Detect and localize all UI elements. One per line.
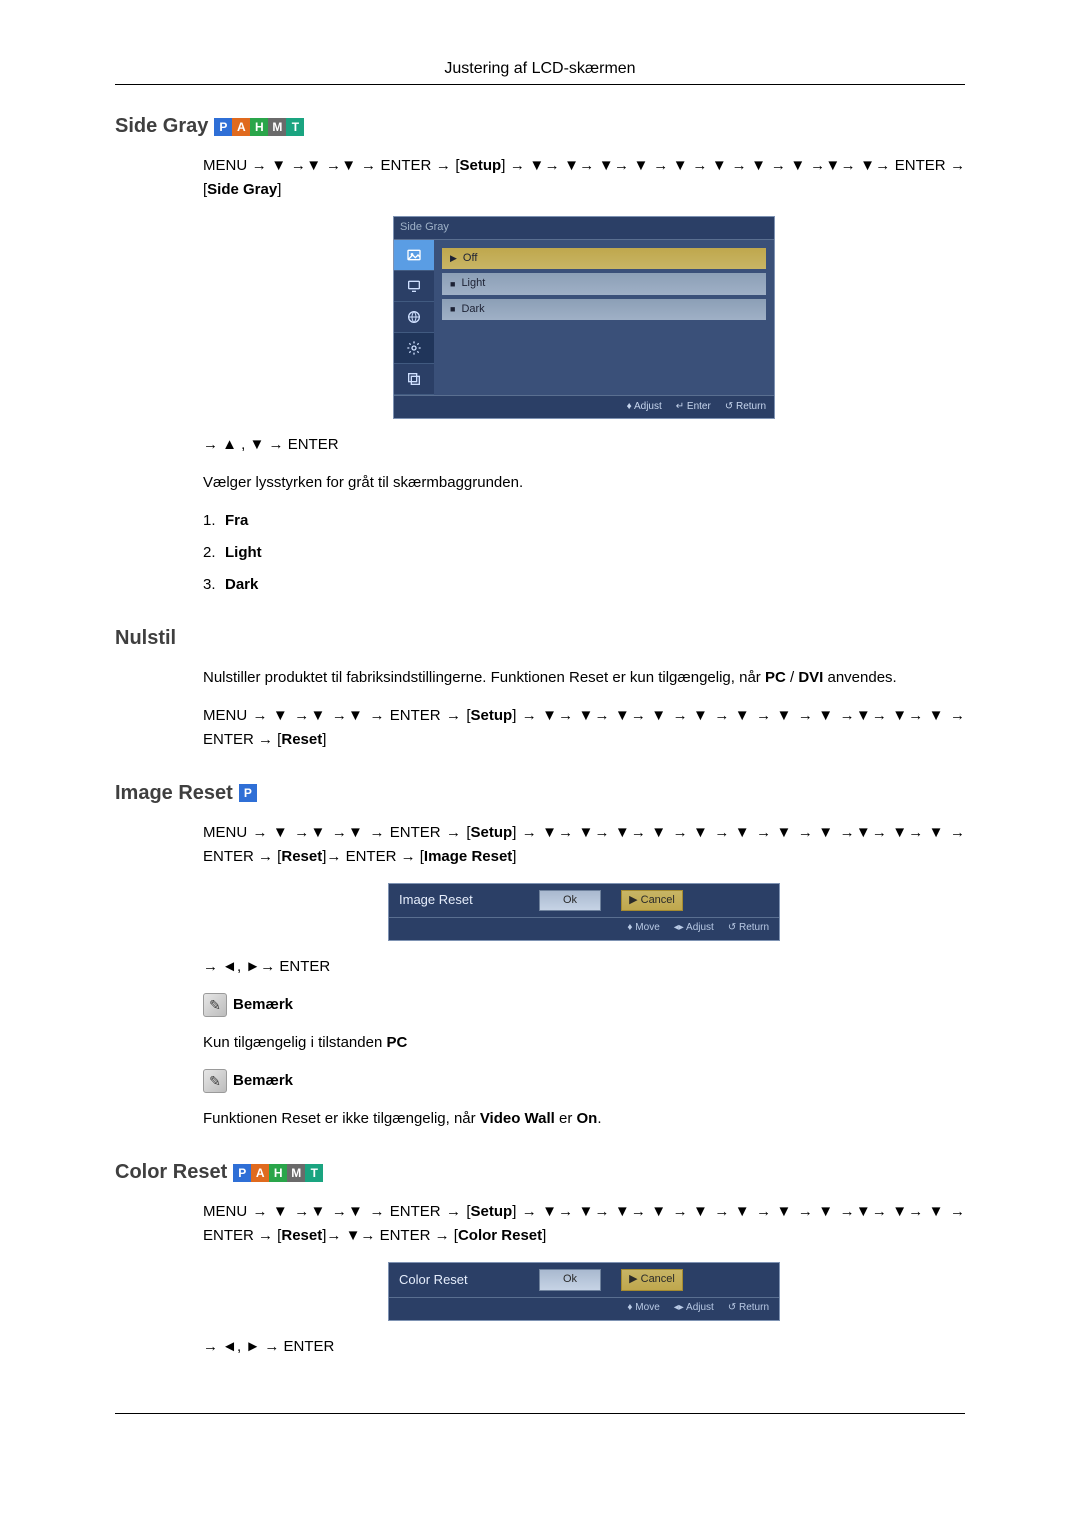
section-heading-side-gray: Side Gray P A H M T bbox=[115, 115, 965, 138]
osd-dialog-footer: ♦ Move ◂▸ Adjust ↺ Return bbox=[389, 917, 779, 940]
osd-title: Side Gray bbox=[394, 217, 774, 240]
note-label: Bemærk bbox=[233, 1069, 293, 1093]
badge-m: M bbox=[268, 118, 286, 136]
osd-options-panel: ▶Off ■Light ■Dark bbox=[434, 240, 774, 395]
footer-rule bbox=[115, 1413, 965, 1414]
nav-path-image-reset: MENU → ▼ →▼ →▼ → ENTER → [Setup] → ▼→ ▼→… bbox=[203, 821, 965, 869]
osd-footer: ♦ Adjust ↵ Enter ↺ Return bbox=[394, 395, 774, 418]
list-item: 3.Dark bbox=[203, 573, 965, 597]
osd-tab-icon-globe bbox=[394, 302, 434, 333]
osd-dialog-image-reset: Image Reset Ok ▶ Cancel ♦ Move ◂▸ Adjust… bbox=[388, 883, 780, 942]
nav-path-side-gray: MENU → ▼ →▼ →▼ → ENTER → [Setup] → ▼→ ▼→… bbox=[203, 154, 965, 202]
osd-option-dark: ■Dark bbox=[442, 299, 766, 321]
note-label: Bemærk bbox=[233, 993, 293, 1017]
section-heading-color-reset: Color Reset P A H M T bbox=[115, 1161, 965, 1184]
badge-t: T bbox=[286, 118, 304, 136]
osd-foot-return: ↺ Return bbox=[725, 399, 766, 415]
note-icon: ✎ bbox=[203, 993, 227, 1017]
osd-dialog-title: Color Reset bbox=[399, 1270, 519, 1291]
side-gray-description: Vælger lysstyrken for gråt til skærmbagg… bbox=[203, 471, 965, 495]
section-title: Nulstil bbox=[115, 627, 176, 650]
badge-p: P bbox=[214, 118, 232, 136]
osd-tab-icon-multi bbox=[394, 364, 434, 395]
osd-side-gray: Side Gray bbox=[393, 216, 775, 419]
osd-cancel-button: ▶ Cancel bbox=[621, 1269, 683, 1291]
picture-icon bbox=[406, 247, 422, 263]
osd-ok-button: Ok bbox=[539, 890, 601, 912]
note-row: ✎ Bemærk bbox=[203, 1069, 965, 1093]
osd-dialog-footer: ♦ Move ◂▸ Adjust ↺ Return bbox=[389, 1297, 779, 1320]
osd-dialog-color-reset: Color Reset Ok ▶ Cancel ♦ Move ◂▸ Adjust… bbox=[388, 1262, 780, 1321]
badge-p: P bbox=[239, 784, 257, 802]
badge-h: H bbox=[269, 1164, 287, 1182]
note-text: Kun tilgængelig i tilstanden PC bbox=[203, 1031, 965, 1055]
osd-cancel-button: ▶ Cancel bbox=[621, 890, 683, 912]
osd-foot-enter: ↵ Enter bbox=[676, 399, 711, 415]
nulstil-description: Nulstiller produktet til fabriksindstill… bbox=[203, 666, 965, 690]
badge-a: A bbox=[232, 118, 250, 136]
header-rule bbox=[115, 84, 965, 85]
list-item: 1.Fra bbox=[203, 509, 965, 533]
osd-tab-icon-setup bbox=[394, 333, 434, 364]
osd-dialog-title: Image Reset bbox=[399, 890, 519, 911]
note-text: Funktionen Reset er ikke tilgængelig, nå… bbox=[203, 1107, 965, 1131]
layers-icon bbox=[406, 371, 422, 387]
section-title: Side Gray bbox=[115, 115, 208, 138]
side-gray-post-nav: → ▲ , ▼ → ENTER bbox=[203, 433, 965, 457]
gear-icon bbox=[406, 340, 422, 356]
note-row: ✎ Bemærk bbox=[203, 993, 965, 1017]
nav-path-color-reset: MENU → ▼ →▼ →▼ → ENTER → [Setup] → ▼→ ▼→… bbox=[203, 1200, 965, 1248]
side-gray-options-list: 1.Fra 2.Light 3.Dark bbox=[203, 509, 965, 597]
osd-tab-icon-screen bbox=[394, 271, 434, 302]
badge-p: P bbox=[233, 1164, 251, 1182]
badge-m: M bbox=[287, 1164, 305, 1182]
globe-icon bbox=[406, 309, 422, 325]
list-item: 2.Light bbox=[203, 541, 965, 565]
section-heading-nulstil: Nulstil bbox=[115, 627, 965, 650]
source-badges: P A H M T bbox=[233, 1164, 323, 1182]
osd-option-light: ■Light bbox=[442, 273, 766, 295]
note-icon: ✎ bbox=[203, 1069, 227, 1093]
osd-option-off: ▶Off bbox=[442, 248, 766, 270]
nav-path-nulstil: MENU → ▼ →▼ →▼ → ENTER → [Setup] → ▼→ ▼→… bbox=[203, 704, 965, 752]
color-reset-post-nav: → ◄, ► → ENTER bbox=[203, 1335, 965, 1359]
osd-tab-icons bbox=[394, 240, 434, 395]
osd-ok-button: Ok bbox=[539, 1269, 601, 1291]
section-heading-image-reset: Image Reset P bbox=[115, 782, 965, 805]
source-badges: P A H M T bbox=[214, 118, 304, 136]
section-title: Color Reset bbox=[115, 1161, 227, 1184]
badge-h: H bbox=[250, 118, 268, 136]
page-header-title: Justering af LCD-skærmen bbox=[0, 60, 1080, 78]
badge-t: T bbox=[305, 1164, 323, 1182]
screen-icon bbox=[406, 278, 422, 294]
section-title: Image Reset bbox=[115, 782, 233, 805]
badge-a: A bbox=[251, 1164, 269, 1182]
image-reset-post-nav: → ◄, ►→ ENTER bbox=[203, 955, 965, 979]
osd-tab-icon-picture bbox=[394, 240, 434, 271]
osd-foot-adjust: ♦ Adjust bbox=[627, 399, 662, 415]
source-badges: P bbox=[239, 784, 257, 802]
